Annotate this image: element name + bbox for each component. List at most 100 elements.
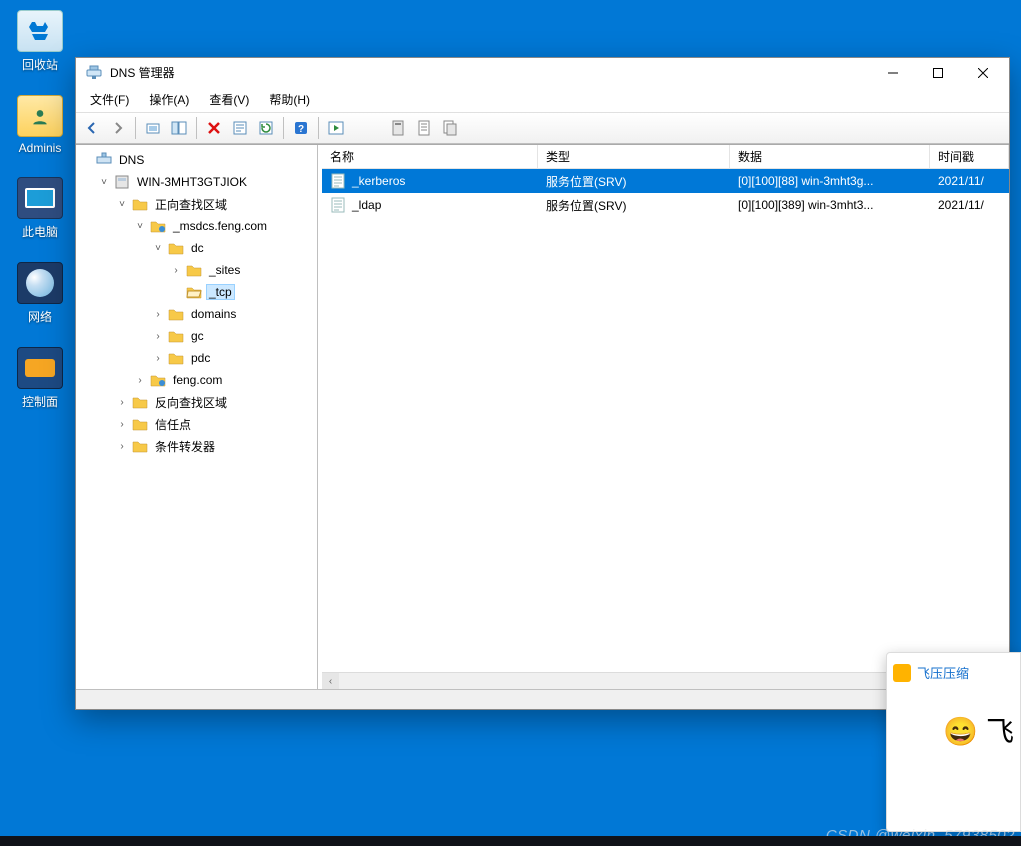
desktop-icons: 回收站 Adminis 此电脑 网络 控制面 [0,0,80,410]
cell-timestamp: 2021/11/ [930,195,1009,215]
tree-conditional-forwarders[interactable]: › 条件转发器 [116,435,317,457]
desktop-icon-control-panel[interactable]: 控制面 [2,347,78,410]
popup-emoji-icon: 😄 飞 [893,710,1014,750]
list-button[interactable] [412,116,436,140]
list-row[interactable]: _kerberos 服务位置(SRV) [0][100][88] win-3mh… [322,169,1009,193]
cell-data: [0][100][389] win-3mht3... [730,195,930,215]
dns-manager-window: DNS 管理器 文件(F) 操作(A) 查看(V) 帮助(H) ? [75,57,1010,710]
collapse-icon[interactable]: ˅ [152,242,164,254]
expand-icon[interactable] [170,286,182,298]
desktop-icon-recycle-bin[interactable]: 回收站 [2,10,78,73]
expand-icon[interactable]: › [116,396,128,408]
notification-popup[interactable]: 飞压压缩 😄 飞 [886,652,1021,832]
expand-icon[interactable]: › [116,418,128,430]
maximize-button[interactable] [915,59,960,87]
tree-trust-points[interactable]: › 信任点 [116,413,317,435]
toolbar: ? [76,112,1009,144]
desktop-icon-label: 网络 [28,308,52,325]
export-button[interactable] [438,116,462,140]
desktop-icon-network[interactable]: 网络 [2,262,78,325]
help-button[interactable]: ? [289,116,313,140]
network-icon [17,262,63,304]
list-rows[interactable]: _kerberos 服务位置(SRV) [0][100][88] win-3mh… [322,169,1009,672]
tree-pdc[interactable]: › pdc [152,347,317,369]
tree-msdcs[interactable]: ˅ _msdcs.feng.com [134,215,317,237]
menu-view[interactable]: 查看(V) [199,89,259,110]
expand-icon[interactable] [80,154,92,166]
desktop-icon-label: Adminis [19,141,62,155]
column-header-type[interactable]: 类型 [538,145,730,168]
tree-pane[interactable]: DNS ˅ WIN-3MHT3GTJIOK [76,145,318,689]
zone-icon [150,218,166,234]
cell-name: _ldap [352,198,381,212]
tree-label: _sites [206,262,243,278]
collapse-icon[interactable]: ˅ [116,198,128,210]
folder-icon [168,240,184,256]
tree-label: domains [188,306,239,322]
window-title: DNS 管理器 [110,64,870,81]
column-header-data[interactable]: 数据 [730,145,930,168]
popup-tail: 飞 [986,716,1014,747]
tree-label: dc [188,240,207,256]
tree-domains[interactable]: › domains [152,303,317,325]
back-button[interactable] [80,116,104,140]
cell-name: _kerberos [352,174,405,188]
folder-icon [132,196,148,212]
expand-icon[interactable]: › [116,440,128,452]
desktop-icon-admin-folder[interactable]: Adminis [2,95,78,155]
collapse-icon[interactable]: ˅ [98,176,110,188]
scroll-left-icon[interactable]: ‹ [322,673,339,690]
popup-app-icon [893,664,911,682]
tree-sites[interactable]: › _sites [170,259,317,281]
tree-gc[interactable]: › gc [152,325,317,347]
taskbar[interactable] [0,836,1021,846]
recycle-bin-icon [17,10,63,52]
cell-type: 服务位置(SRV) [538,170,730,193]
desktop-icon-this-pc[interactable]: 此电脑 [2,177,78,240]
minimize-button[interactable] [870,59,915,87]
menu-help[interactable]: 帮助(H) [259,89,320,110]
tree-label: 正向查找区域 [152,195,230,214]
expand-icon[interactable]: › [152,352,164,364]
tree-tcp[interactable]: _tcp [170,281,317,303]
expand-icon[interactable]: › [134,374,146,386]
tree-fengcom[interactable]: › feng.com [134,369,317,391]
dns-icon [96,152,112,168]
menu-file[interactable]: 文件(F) [80,89,139,110]
tree-label: 信任点 [152,415,194,434]
collapse-icon[interactable]: ˅ [134,220,146,232]
tree-server[interactable]: ˅ WIN-3MHT3GTJIOK [98,171,317,193]
refresh-button[interactable] [254,116,278,140]
expand-icon[interactable]: › [152,330,164,342]
forward-button[interactable] [106,116,130,140]
tree-root-dns[interactable]: DNS [80,149,317,171]
filter-button[interactable] [386,116,410,140]
up-button[interactable] [141,116,165,140]
control-panel-icon [17,347,63,389]
titlebar[interactable]: DNS 管理器 [76,58,1009,88]
list-row[interactable]: _ldap 服务位置(SRV) [0][100][389] win-3mht3.… [322,193,1009,217]
tree-reverse-zones[interactable]: › 反向查找区域 [116,391,317,413]
expand-icon[interactable]: › [152,308,164,320]
tree-label: WIN-3MHT3GTJIOK [134,174,250,190]
folder-icon [132,438,148,454]
tree-label: feng.com [170,372,225,388]
folder-icon [168,350,184,366]
properties-button[interactable] [228,116,252,140]
zone-icon [150,372,166,388]
tree-label: 反向查找区域 [152,393,230,412]
column-header-timestamp[interactable]: 时间戳 [930,145,1009,168]
folder-icon [168,328,184,344]
show-hide-button[interactable] [167,116,191,140]
tree-dc[interactable]: ˅ dc [152,237,317,259]
app-icon [86,65,102,81]
column-header-name[interactable]: 名称 [322,145,538,168]
delete-button[interactable] [202,116,226,140]
server-icon [114,174,130,190]
expand-icon[interactable]: › [170,264,182,276]
folder-icon [17,95,63,137]
close-button[interactable] [960,59,1005,87]
menu-action[interactable]: 操作(A) [139,89,199,110]
run-button[interactable] [324,116,348,140]
tree-forward-zones[interactable]: ˅ 正向查找区域 [116,193,317,215]
